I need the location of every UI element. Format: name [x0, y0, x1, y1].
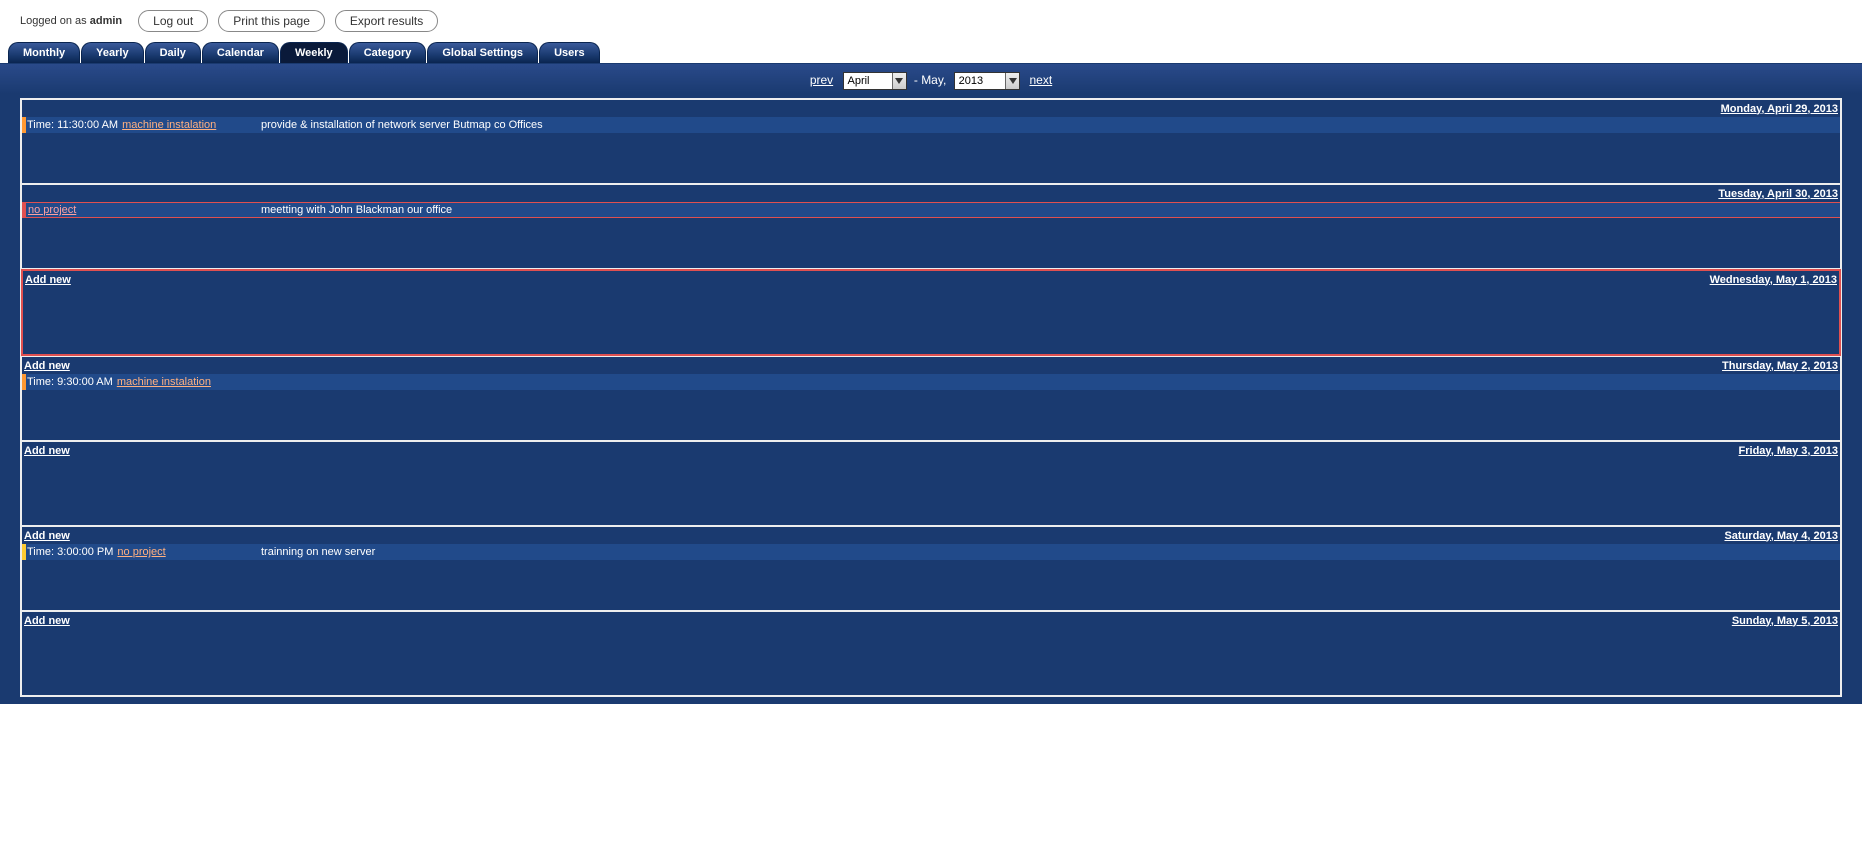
- day-body: [22, 218, 1840, 268]
- event-project-link[interactable]: no project: [28, 204, 148, 216]
- day-header: Add new Wednesday, May 1, 2013: [23, 271, 1839, 288]
- event-row[interactable]: Time: 11:30:00 AM machine instalation pro…: [22, 117, 1840, 133]
- event-time: Time: 9:30:00 AM: [26, 376, 113, 388]
- print-page-button[interactable]: Print this page: [218, 10, 325, 32]
- event-row[interactable]: no project meetting with John Blackman ou…: [22, 202, 1840, 218]
- tab-yearly[interactable]: Yearly: [81, 42, 143, 63]
- year-value: 2013: [955, 74, 1005, 88]
- day-date-link[interactable]: Monday, April 29, 2013: [1721, 103, 1838, 115]
- event-marker: [22, 202, 26, 218]
- day-body: [22, 560, 1840, 610]
- event-row[interactable]: Time: 3:00:00 PM no project trainning on …: [22, 544, 1840, 560]
- month-separator: - May,: [914, 73, 946, 87]
- day-block: Tuesday, April 30, 2013 no project meetti…: [21, 184, 1841, 269]
- day-header: Tuesday, April 30, 2013: [22, 185, 1840, 202]
- tab-daily[interactable]: Daily: [145, 42, 201, 63]
- tab-users[interactable]: Users: [539, 42, 600, 63]
- tab-monthly[interactable]: Monthly: [8, 42, 80, 63]
- day-header: Add new Saturday, May 4, 2013: [22, 527, 1840, 544]
- day-date-link[interactable]: Sunday, May 5, 2013: [1732, 615, 1838, 627]
- day-block: Add new Thursday, May 2, 2013 Time: 9:30:0…: [21, 356, 1841, 441]
- add-new-link[interactable]: Add new: [24, 445, 70, 457]
- day-date-link[interactable]: Friday, May 3, 2013: [1739, 445, 1838, 457]
- tab-weekly[interactable]: Weekly: [280, 42, 348, 63]
- day-body: [22, 629, 1840, 695]
- content-area: prev April - May, 2013 next Monday, Apri…: [0, 64, 1862, 704]
- header-bar: Logged on as admin Log out Print this pa…: [0, 0, 1862, 42]
- day-body: [22, 390, 1840, 440]
- add-new-link[interactable]: Add new: [25, 274, 71, 286]
- event-description: provide & installation of network server…: [261, 119, 543, 131]
- day-date-link[interactable]: Tuesday, April 30, 2013: [1718, 188, 1838, 200]
- month-value: April: [844, 74, 892, 88]
- day-date-link[interactable]: Saturday, May 4, 2013: [1724, 530, 1838, 542]
- prev-link[interactable]: prev: [810, 73, 833, 87]
- day-block: Add new Saturday, May 4, 2013 Time: 3:00:0…: [21, 526, 1841, 611]
- day-block: Add new Sunday, May 5, 2013: [21, 611, 1841, 696]
- nav-tabs: MonthlyYearlyDailyCalendarWeeklyCategory…: [0, 42, 1862, 64]
- logout-button[interactable]: Log out: [138, 10, 208, 32]
- year-select[interactable]: 2013: [954, 72, 1020, 90]
- day-block: Add new Wednesday, May 1, 2013: [21, 269, 1841, 356]
- event-project-link[interactable]: machine instalation: [122, 119, 242, 131]
- event-time: Time: 11:30:00 AM: [26, 119, 118, 131]
- day-header: Add new Thursday, May 2, 2013: [22, 357, 1840, 374]
- event-project-link[interactable]: machine instalation: [117, 376, 237, 388]
- day-header: Monday, April 29, 2013: [22, 100, 1840, 117]
- tab-global-settings[interactable]: Global Settings: [427, 42, 538, 63]
- logged-on-label: Logged on as admin: [20, 15, 122, 27]
- day-date-link[interactable]: Thursday, May 2, 2013: [1722, 360, 1838, 372]
- export-results-button[interactable]: Export results: [335, 10, 438, 32]
- event-description: trainning on new server: [261, 546, 375, 558]
- tab-calendar[interactable]: Calendar: [202, 42, 279, 63]
- logged-prefix: Logged on as: [20, 15, 90, 27]
- weekly-calendar: Monday, April 29, 2013 Time: 11:30:00 AM …: [20, 98, 1842, 697]
- date-nav-row: prev April - May, 2013 next: [0, 64, 1862, 94]
- next-link[interactable]: next: [1029, 73, 1052, 87]
- add-new-link[interactable]: Add new: [24, 530, 70, 542]
- day-body: [22, 133, 1840, 183]
- chevron-down-icon: [892, 73, 906, 89]
- day-header: Add new Sunday, May 5, 2013: [22, 612, 1840, 629]
- event-project-link[interactable]: no project: [117, 546, 237, 558]
- day-body: [23, 288, 1839, 354]
- logged-user: admin: [90, 15, 122, 27]
- add-new-link[interactable]: Add new: [24, 360, 70, 372]
- day-body: [22, 459, 1840, 525]
- month-select[interactable]: April: [843, 72, 907, 90]
- event-row[interactable]: Time: 9:30:00 AM machine instalation: [22, 374, 1840, 390]
- day-header: Add new Friday, May 3, 2013: [22, 442, 1840, 459]
- event-description: meetting with John Blackman our office: [261, 204, 452, 216]
- chevron-down-icon: [1005, 73, 1019, 89]
- tab-category[interactable]: Category: [349, 42, 427, 63]
- day-block: Monday, April 29, 2013 Time: 11:30:00 AM …: [21, 99, 1841, 184]
- add-new-link[interactable]: Add new: [24, 615, 70, 627]
- day-date-link[interactable]: Wednesday, May 1, 2013: [1710, 274, 1837, 286]
- day-block: Add new Friday, May 3, 2013: [21, 441, 1841, 526]
- event-time: Time: 3:00:00 PM: [26, 546, 113, 558]
